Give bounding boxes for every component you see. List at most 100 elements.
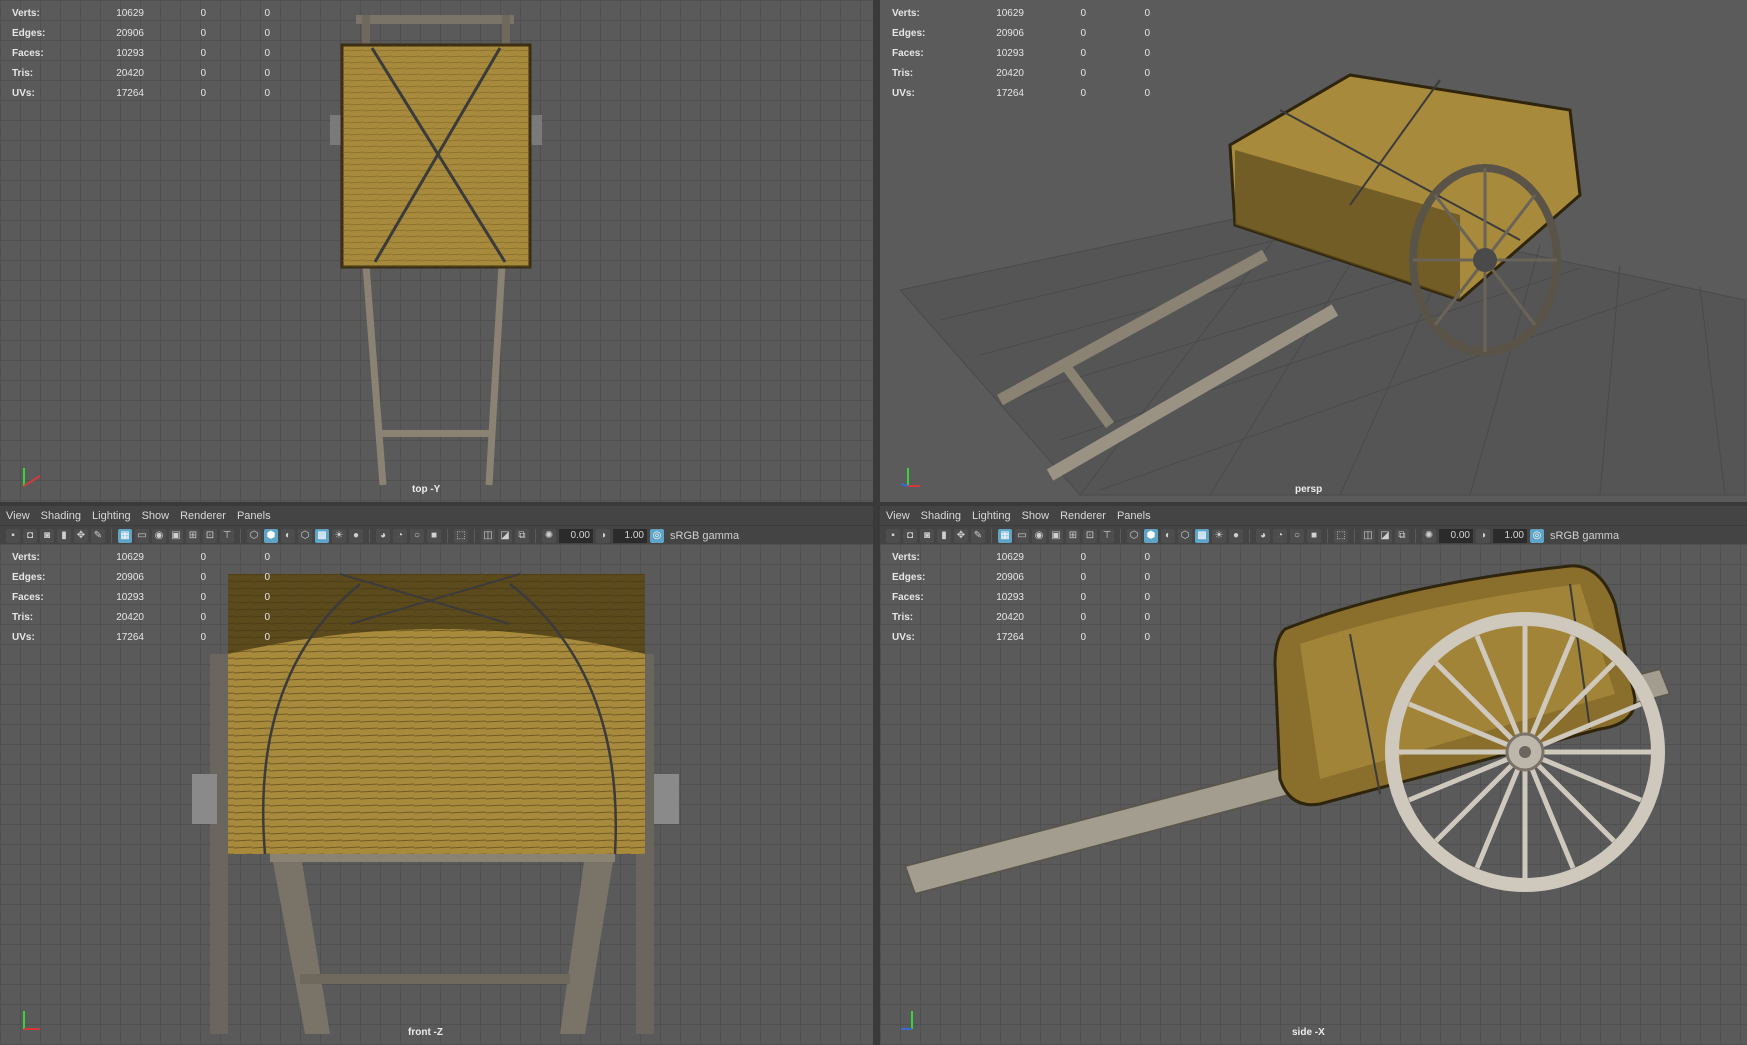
menu-shading[interactable]: Shading [919,510,970,522]
xray-joints-icon[interactable]: ◪ [498,528,512,543]
menu-panels[interactable]: Panels [1115,510,1160,522]
menu-show[interactable]: Show [140,510,179,522]
viewport-front[interactable]: Verts: 10629 0 0 Edges: 20906 0 0 Faces: 10293 0… [0,544,873,1045]
menu-view[interactable]: View [4,510,39,522]
wireframe-icon[interactable]: ⬡ [247,528,261,543]
exposure-icon[interactable]: ✺ [1422,528,1436,543]
smooth-shade-icon[interactable]: ⬢ [264,528,278,543]
grease-pencil-icon[interactable]: ✎ [91,528,105,543]
two-d-pan-icon[interactable]: ✥ [954,528,968,543]
cart-model-persp[interactable] [880,0,1747,502]
image-plane-icon[interactable]: ▮ [57,528,71,543]
textured-icon[interactable]: ▩ [1195,528,1209,543]
field-chart-icon[interactable]: ⊞ [1066,528,1080,543]
viewport-top[interactable]: Verts: 10629 0 0 Edges: 20906 0 0 Faces: 10293 0… [0,0,873,502]
hud-value: 0 [264,591,270,603]
camera-attributes-icon[interactable]: ◘ [903,528,917,543]
exposure-icon[interactable]: ✺ [542,528,556,543]
wireframe-on-shaded-icon[interactable]: ⬡ [1178,528,1192,543]
safe-action-icon[interactable]: ⊡ [1083,528,1097,543]
bookmark-icon[interactable]: ◙ [920,528,934,543]
field-chart-icon[interactable]: ⊞ [186,528,200,543]
color-management-icon[interactable]: ◎ [650,528,664,543]
menu-panels[interactable]: Panels [235,510,280,522]
menu-shading[interactable]: Shading [39,510,90,522]
cart-model-top[interactable] [0,0,873,502]
lights-icon[interactable]: ☀ [332,528,346,543]
camera-label-top: top -Y [412,484,441,495]
menu-lighting[interactable]: Lighting [970,510,1020,522]
viewport-persp[interactable]: Verts: 10629 0 0 Edges: 20906 0 0 Faces: 10293 0… [880,0,1747,502]
safe-action-icon[interactable]: ⊡ [203,528,217,543]
gamma-icon[interactable]: ◑ [596,528,610,543]
gamma-field[interactable]: 1.00 [613,528,647,543]
grid-icon[interactable]: ▦ [998,528,1012,543]
textured-icon[interactable]: ▩ [315,528,329,543]
isolate-select-icon[interactable]: ⬚ [1334,528,1348,543]
resolution-gate-icon[interactable]: ◉ [1032,528,1046,543]
hud-value: 20420 [116,611,144,623]
xray-icon[interactable]: ◫ [1361,528,1375,543]
menu-view[interactable]: View [884,510,919,522]
default-material-icon[interactable]: ◐ [1161,528,1175,543]
hud-value: 0 [264,631,270,643]
exposure-field[interactable]: 0.00 [559,528,593,543]
hud-label: UVs: [892,631,915,643]
image-plane-icon[interactable]: ▮ [937,528,951,543]
pane-divider-vertical[interactable] [873,0,880,1045]
panel-toolbar: ▪ ◘ ◙ ▮ ✥ ✎ ▦ ▭ ◉ ▣ ⊞ ⊡ ⊤ ⬡ ⬢ ◐ ⬡ ▩ ☀ ● … [880,525,1747,545]
axis-gizmo [18,462,48,492]
safe-title-icon[interactable]: ⊤ [220,528,234,543]
hud-label: UVs: [12,631,35,643]
shadows-icon[interactable]: ● [349,528,363,543]
camera-icon[interactable]: ▪ [886,528,900,543]
ambient-occlusion-icon[interactable]: ◕ [1256,528,1270,543]
menu-renderer[interactable]: Renderer [1058,510,1115,522]
menu-lighting[interactable]: Lighting [90,510,140,522]
lights-icon[interactable]: ☀ [1212,528,1226,543]
isolate-select-icon[interactable]: ⬚ [454,528,468,543]
depth-of-field-icon[interactable]: ■ [427,528,441,543]
hud-value: 0 [1080,551,1086,563]
motion-blur-icon[interactable]: ◔ [1273,528,1287,543]
two-d-pan-icon[interactable]: ✥ [74,528,88,543]
xray-joints-icon[interactable]: ◪ [1378,528,1392,543]
safe-title-icon[interactable]: ⊤ [1100,528,1114,543]
ambient-occlusion-icon[interactable]: ◕ [376,528,390,543]
hud-value: 0 [200,591,206,603]
shadows-icon[interactable]: ● [1229,528,1243,543]
color-space-dropdown[interactable]: sRGB gamma [670,530,739,542]
gamma-icon[interactable]: ◑ [1476,528,1490,543]
camera-icon[interactable]: ▪ [6,528,20,543]
anti-aliasing-icon[interactable]: ○ [410,528,424,543]
camera-attributes-icon[interactable]: ◘ [23,528,37,543]
hud-label: Tris: [12,611,34,623]
grid-icon[interactable]: ▦ [118,528,132,543]
menu-renderer[interactable]: Renderer [178,510,235,522]
xray-components-icon[interactable]: ⧉ [515,528,529,543]
exposure-field[interactable]: 0.00 [1439,528,1473,543]
menu-show[interactable]: Show [1020,510,1059,522]
hud-value: 0 [1144,591,1150,603]
default-material-icon[interactable]: ◐ [281,528,295,543]
film-gate-icon[interactable]: ▭ [1015,528,1029,543]
smooth-shade-icon[interactable]: ⬢ [1144,528,1158,543]
wireframe-icon[interactable]: ⬡ [1127,528,1141,543]
gate-mask-icon[interactable]: ▣ [169,528,183,543]
hud-value: 0 [264,571,270,583]
gamma-field[interactable]: 1.00 [1493,528,1527,543]
wireframe-on-shaded-icon[interactable]: ⬡ [298,528,312,543]
xray-components-icon[interactable]: ⧉ [1395,528,1409,543]
color-space-dropdown[interactable]: sRGB gamma [1550,530,1619,542]
film-gate-icon[interactable]: ▭ [135,528,149,543]
anti-aliasing-icon[interactable]: ○ [1290,528,1304,543]
bookmark-icon[interactable]: ◙ [40,528,54,543]
resolution-gate-icon[interactable]: ◉ [152,528,166,543]
xray-icon[interactable]: ◫ [481,528,495,543]
motion-blur-icon[interactable]: ◔ [393,528,407,543]
gate-mask-icon[interactable]: ▣ [1049,528,1063,543]
viewport-side[interactable]: Verts: 10629 0 0 Edges: 20906 0 0 Faces: 10293 0… [880,544,1747,1045]
color-management-icon[interactable]: ◎ [1530,528,1544,543]
depth-of-field-icon[interactable]: ■ [1307,528,1321,543]
grease-pencil-icon[interactable]: ✎ [971,528,985,543]
